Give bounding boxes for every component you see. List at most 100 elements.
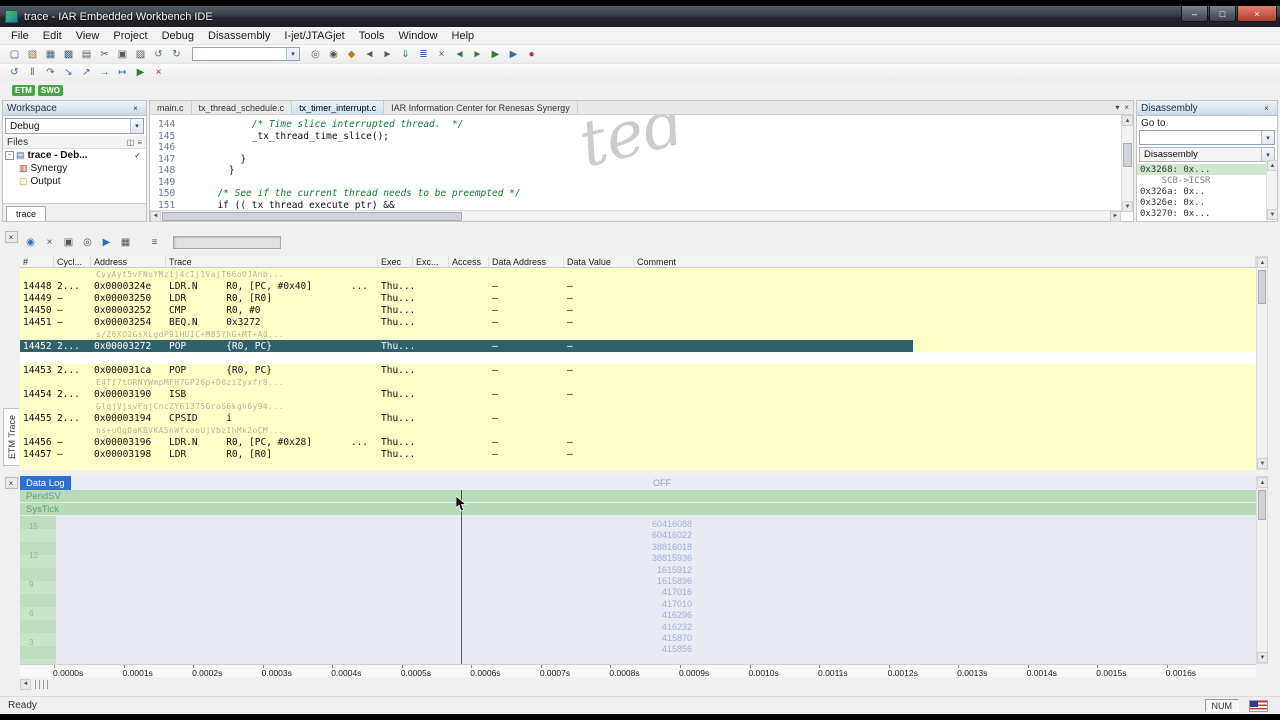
chevron-down-icon[interactable]: ▾ [286,48,299,60]
step-over-icon[interactable]: ↷ [42,65,59,80]
trace-close-icon[interactable]: × [4,231,18,243]
list-icon[interactable]: ≡ [137,138,142,147]
tree-item-synergy[interactable]: ▥ Synergy [3,162,146,175]
scroll-left-icon[interactable]: ◄ [20,678,31,690]
column-header-[interactable]: # [20,256,54,267]
column-header-cycl[interactable]: Cycl... [54,256,91,267]
download-debug-icon[interactable]: ▶ [487,47,504,62]
paste-icon[interactable]: ▨ [132,47,149,62]
step-into-icon[interactable]: ↘ [60,65,77,80]
reset-icon[interactable]: ↺ [6,65,23,80]
menu-file[interactable]: File [4,29,36,43]
code-editor[interactable]: 144 /* Time slice interrupted thread. */… [150,115,1133,211]
make-icon[interactable]: ⇓ [397,47,414,62]
editor-hscroll-thumb[interactable] [162,211,462,221]
trace-find-icon[interactable]: ◎ [79,235,96,250]
disassembly-row[interactable]: SCB->ICSR [1137,175,1266,186]
nav-forward-icon[interactable]: ► [469,47,486,62]
collapse-icon[interactable]: − [5,151,14,160]
redo-icon[interactable]: ↻ [168,47,185,62]
go-icon[interactable]: ▶ [132,65,149,80]
disassembly-row[interactable]: 0x3268: 0x... [1137,164,1266,175]
tree-item-output[interactable]: ▢ Output [3,175,146,188]
save-icon[interactable]: ▦ [42,47,59,62]
nav-back-icon[interactable]: ◄ [451,47,468,62]
bookmark-icon[interactable]: ◆ [343,47,360,62]
scroll-down-icon[interactable]: ▼ [1257,652,1268,663]
open-file-icon[interactable]: ▧ [24,47,41,62]
break-all-icon[interactable]: ● [523,47,540,62]
column-header-trace[interactable]: Trace [166,256,378,267]
editor-vertical-scrollbar[interactable]: ▲ ▼ [1121,115,1133,212]
disassembly-row[interactable]: 0x326e: 0x.. [1137,197,1266,208]
editor-tab-tx-thread-schedule-c[interactable]: tx_thread_schedule.c [192,101,293,114]
column-header-data-value[interactable]: Data Value [564,256,634,267]
new-file-icon[interactable]: ▢ [6,47,23,62]
menu-project[interactable]: Project [106,29,154,43]
cut-icon[interactable]: ✂ [96,47,113,62]
break-icon[interactable]: ‖ [24,65,41,80]
next-bookmark-icon[interactable]: ► [379,47,396,62]
datalog-close-icon[interactable]: × [4,477,18,489]
trace-vertical-scrollbar[interactable]: ▲ ▼ [1256,256,1268,470]
find-icon[interactable]: ◎ [307,47,324,62]
prev-bookmark-icon[interactable]: ◄ [361,47,378,62]
trace-clear-icon[interactable]: × [41,235,58,250]
disassembly-vertical-scrollbar[interactable]: ▲ ▼ [1266,160,1278,220]
workspace-tab-trace[interactable]: trace [6,206,47,221]
channel-row-systick[interactable]: SysTick [20,503,1256,516]
trace-vscroll-thumb[interactable] [1258,270,1266,304]
trace-enable-icon[interactable]: ◉ [22,235,39,250]
menu-view[interactable]: View [69,29,107,43]
next-statement-icon[interactable]: → [96,65,113,80]
splitter-grip[interactable] [35,679,49,689]
step-out-icon[interactable]: ↗ [78,65,95,80]
chevron-down-icon[interactable]: ▾ [130,119,143,133]
close-button[interactable]: × [1237,6,1277,22]
menu-edit[interactable]: Edit [36,29,69,43]
tree-item-trace-deb[interactable]: − ▤ trace - Deb... ✓ [3,149,146,162]
save-all-icon[interactable]: ▩ [60,47,77,62]
trace-row[interactable]: 14455 2... 0x00003194 CPSID i Thu... – [20,412,1256,424]
datalog-chart[interactable]: 15 12 9 6 3 60416088 60416022 38816018 38815936… [20,516,1256,664]
trace-browse-icon[interactable]: ▶ [98,235,115,250]
workspace-close-icon[interactable]: × [129,102,142,114]
editor-close-icon[interactable]: × [1124,103,1129,112]
print-icon[interactable]: ▤ [78,47,95,62]
editor-tab-tx-timer-interrupt-c[interactable]: tx_timer_interrupt.c [292,101,385,114]
menu-tools[interactable]: Tools [352,29,392,43]
stop-debug-icon[interactable]: × [150,65,167,80]
trace-row[interactable]: 14456–0x00003196 LDR.N R0, [PC, #0x28]...… [20,436,1256,448]
column-header-exc[interactable]: Exc... [413,256,449,267]
trace-row[interactable]: 14457–0x00003198 LDR R0, [R0] Thu... – – [20,448,1256,460]
menu-disassembly[interactable]: Disassembly [201,29,277,43]
editor-tab-iar-information-center-for-renesas-synergy[interactable]: IAR Information Center for Renesas Syner… [384,101,578,114]
menu-i-jet-jtagjet[interactable]: I-jet/JTAGjet [277,29,351,43]
trace-row[interactable]: 14449–0x00003250 LDR R0, [R0] Thu... – – [20,292,1256,304]
trace-row[interactable]: 14453 2... 0x000031ca POP {R0, PC} Thu... – – [20,364,1256,376]
us-flag-icon[interactable] [1249,699,1268,712]
scroll-down-icon[interactable]: ▼ [1122,201,1133,212]
trace-save-icon[interactable]: ▦ [117,235,134,250]
trace-copy-icon[interactable]: ▣ [60,235,77,250]
run-to-cursor-icon[interactable]: ↦ [114,65,131,80]
editor-tab-main-c[interactable]: main.c [150,101,192,114]
datalog-vscroll-thumb[interactable] [1258,490,1266,520]
trace-row[interactable]: 14451–0x00003254 BEQ.N 0x3272 Thu... – – [20,316,1256,328]
datalog-vertical-scrollbar[interactable]: ▲ ▼ [1256,476,1268,664]
trace-row[interactable]: 14450–0x00003252 CMP R0, #0 Thu... – – [20,304,1256,316]
scroll-down-icon[interactable]: ▼ [1257,458,1268,469]
scroll-left-icon[interactable]: ◄ [150,210,161,222]
scroll-up-icon[interactable]: ▲ [1257,257,1268,268]
scroll-up-icon[interactable]: ▲ [1122,115,1133,126]
trace-row[interactable]: 14452 2... 0x00003272 POP {R0, PC} Thu... – – [20,340,1256,352]
trace-columns-icon[interactable]: ≡ [146,235,163,250]
copy-icon[interactable]: ▣ [114,47,131,62]
grid-icon[interactable]: ◫ [127,138,135,147]
scroll-up-icon[interactable]: ▲ [1267,160,1278,171]
column-header-address[interactable]: Address [91,256,166,267]
memory-zone-select[interactable]: Disassembly ▾ [1139,147,1275,162]
quick-search-combo[interactable]: ▾ [192,47,300,61]
column-header-exec[interactable]: Exec [378,256,413,267]
scroll-right-icon[interactable]: ► [1110,210,1121,222]
